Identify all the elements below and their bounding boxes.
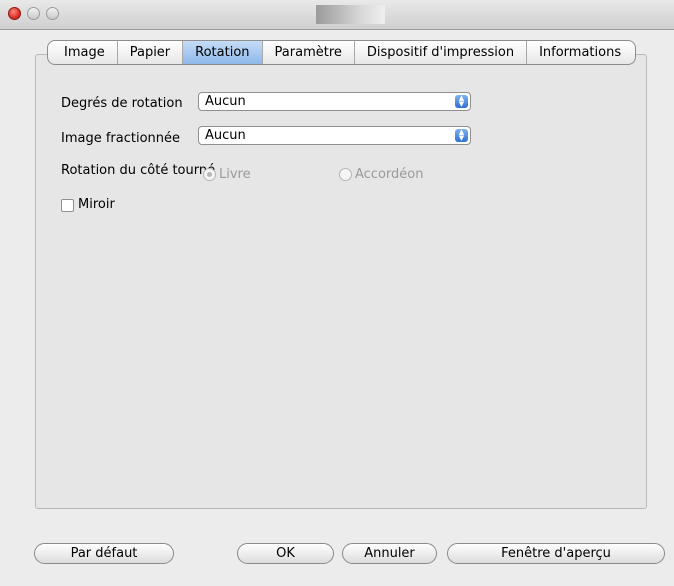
rotation-degrees-label: Degrés de rotation — [61, 96, 183, 111]
rotation-degrees-value: Aucun — [205, 94, 246, 109]
default-button[interactable]: Par défaut — [34, 543, 174, 564]
rotation-side-label: Rotation du côté tourné — [61, 163, 216, 178]
window-title-image — [316, 5, 385, 24]
cancel-button[interactable]: Annuler — [342, 543, 437, 564]
tab-parametre[interactable]: Paramètre — [261, 41, 354, 64]
mirror-label: Miroir — [78, 197, 115, 212]
mirror-checkbox[interactable] — [61, 199, 74, 212]
radio-accordeon-label: Accordéon — [355, 167, 424, 182]
tab-dispositif-impression[interactable]: Dispositif d'impression — [353, 41, 526, 64]
radio-livre-label: Livre — [219, 167, 251, 182]
title-bar — [0, 0, 674, 30]
tab-rotation[interactable]: Rotation — [182, 41, 262, 64]
split-image-value: Aucun — [205, 128, 246, 143]
split-image-label: Image fractionnée — [61, 131, 181, 146]
tab-informations[interactable]: Informations — [526, 41, 635, 64]
ok-button[interactable]: OK — [237, 543, 334, 564]
updown-arrows-icon: ▲ ▼ — [455, 129, 468, 142]
updown-arrows-icon: ▲ ▼ — [455, 95, 468, 108]
minimize-window-button[interactable] — [27, 7, 40, 20]
radio-livre[interactable] — [203, 168, 216, 181]
tab-papier[interactable]: Papier — [116, 41, 182, 64]
zoom-window-button[interactable] — [46, 7, 59, 20]
rotation-degrees-select[interactable]: Aucun ▲ ▼ — [198, 92, 471, 111]
tab-bar: Image Papier Rotation Paramètre Disposit… — [47, 40, 637, 65]
radio-accordeon[interactable] — [339, 168, 352, 181]
preview-window-button[interactable]: Fenêtre d'aperçu — [447, 543, 665, 564]
close-window-button[interactable] — [8, 7, 21, 20]
tab-content-panel — [35, 54, 647, 509]
split-image-select[interactable]: Aucun ▲ ▼ — [198, 126, 471, 145]
tab-image[interactable]: Image — [48, 41, 117, 64]
